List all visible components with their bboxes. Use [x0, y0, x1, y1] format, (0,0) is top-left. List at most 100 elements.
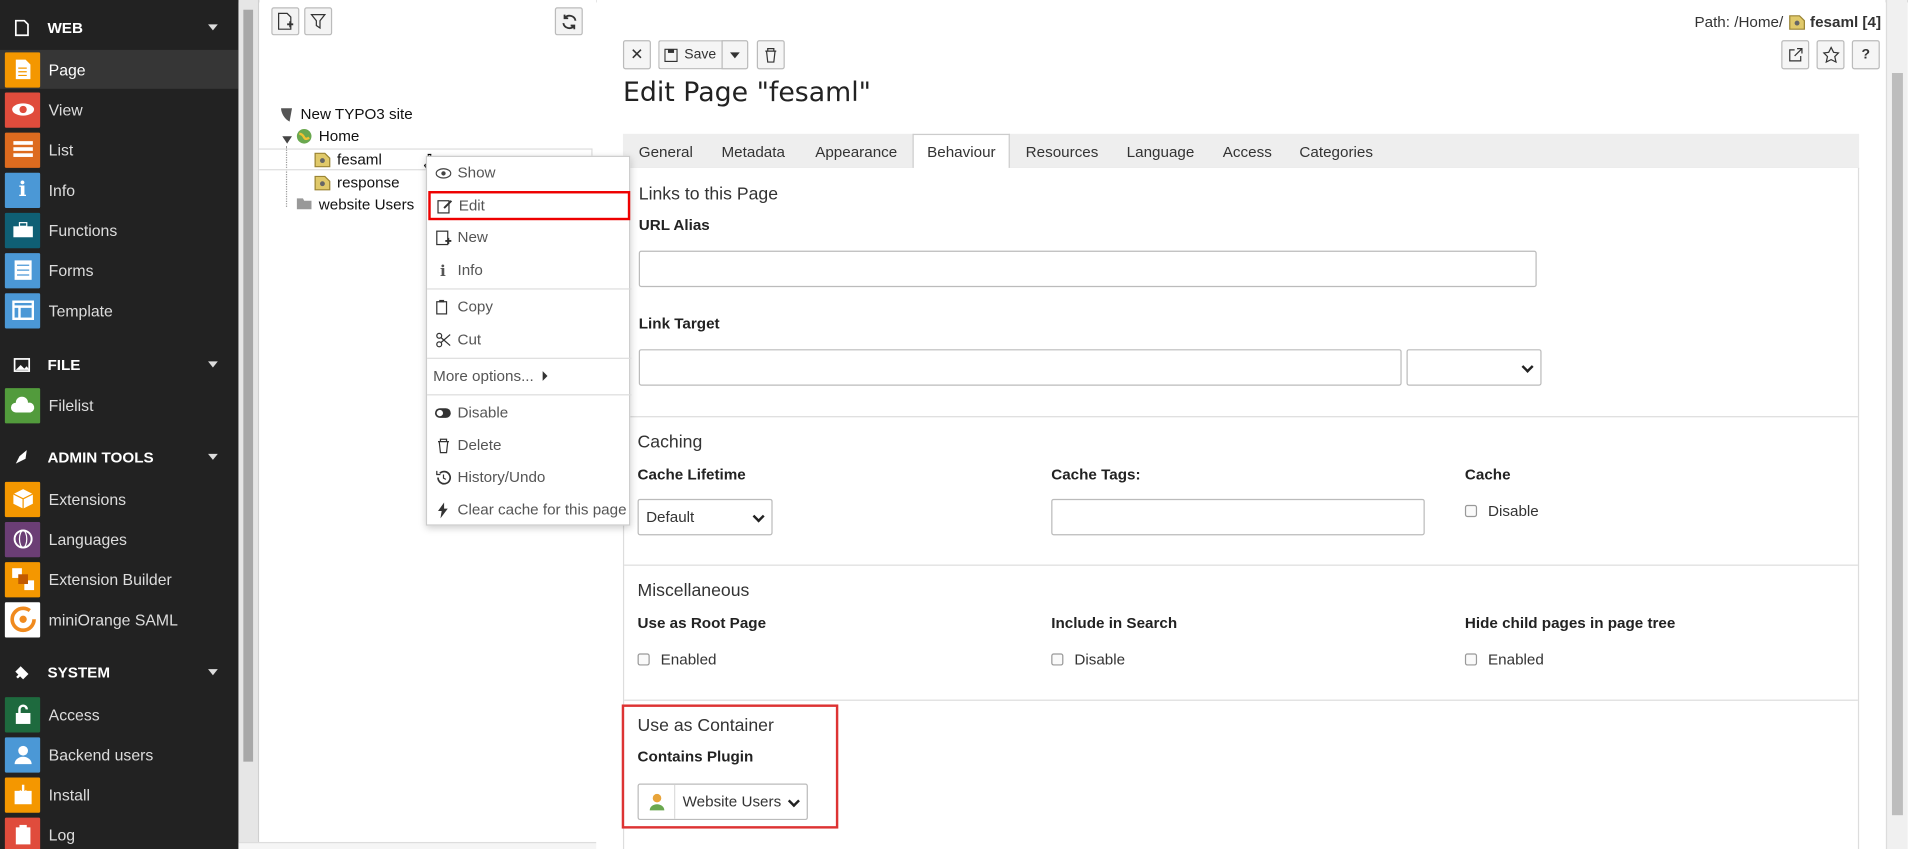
menu-item-label: Clear cache for this page [457, 501, 627, 519]
cache-lifetime-select[interactable]: Default [637, 498, 773, 536]
module-forms[interactable]: Forms [0, 251, 238, 290]
module-languages[interactable]: Languages [0, 520, 238, 559]
refresh-tree-button[interactable] [554, 7, 583, 36]
tree-root-node[interactable]: New TYPO3 site [277, 106, 413, 123]
tree-node-home-label: Home [318, 127, 360, 145]
scrollbar-thumb[interactable] [243, 9, 254, 762]
tab-behaviour[interactable]: Behaviour [912, 133, 1011, 171]
cache-tags-input[interactable] [1051, 498, 1425, 536]
module-functions[interactable]: Functions [0, 210, 238, 249]
close-button[interactable]: ✕ [622, 40, 651, 70]
include-search-checkbox[interactable]: Disable [1051, 651, 1125, 668]
include-search-label: Include in Search [1051, 614, 1178, 632]
tab-categories[interactable]: Categories [1286, 134, 1386, 169]
url-alias-input[interactable] [638, 250, 1537, 288]
bookmark-button[interactable] [1816, 40, 1845, 70]
group-system[interactable]: SYSTEM [0, 655, 238, 692]
save-dropdown-button[interactable] [721, 40, 749, 70]
module-miniorange-saml[interactable]: miniOrange SAML [0, 600, 238, 639]
rocket-icon [13, 449, 30, 466]
module-forms-label: Forms [48, 260, 94, 280]
tree-node-response-label: response [337, 173, 400, 192]
tree-node-website-users[interactable]: website Users [296, 196, 414, 213]
module-backend-users-label: Backend users [48, 745, 154, 764]
tab-general[interactable]: General [625, 134, 706, 169]
module-view[interactable]: View [0, 90, 238, 129]
tree-node-response[interactable]: response [314, 174, 400, 191]
module-extension-builder-label: Extension Builder [48, 570, 172, 589]
menu-item-clear-cache[interactable]: Clear cache for this page [427, 495, 631, 524]
tab-language[interactable]: Language [1113, 134, 1207, 169]
root-page-checkbox[interactable]: Enabled [637, 651, 716, 668]
group-web[interactable]: WEB [0, 10, 238, 47]
module-extensions-label: Extensions [48, 489, 127, 508]
scrollbar-thumb[interactable] [1891, 73, 1903, 816]
tree-expand-icon[interactable] [282, 136, 293, 144]
record-path: Path: /Home/ fesaml [4] [1694, 13, 1881, 30]
tree-node-home[interactable]: Home [296, 127, 360, 145]
checkbox-box[interactable] [1464, 504, 1478, 518]
restricted-page-icon [1788, 15, 1805, 30]
menu-item-show[interactable]: Show [427, 158, 631, 187]
tab-access[interactable]: Access [1209, 134, 1285, 169]
form-tabs: General Metadata Appearance Behaviour Re… [622, 133, 1860, 171]
module-access[interactable]: Access [0, 695, 238, 734]
delete-record-button[interactable] [756, 40, 785, 70]
menu-item-info[interactable]: i Info [427, 256, 631, 285]
menu-divider [427, 288, 632, 290]
menu-item-more-options[interactable]: More options... [427, 361, 631, 390]
menu-item-copy[interactable]: Copy [427, 292, 631, 321]
cache-disable-checkbox[interactable]: Disable [1464, 502, 1539, 520]
install-icon [4, 776, 41, 813]
module-template[interactable]: Template [0, 291, 238, 330]
navigation-scrollbar[interactable] [238, 0, 260, 849]
menu-item-new[interactable]: New [427, 223, 631, 252]
module-log[interactable]: Log [0, 815, 238, 849]
module-log-label: Log [48, 825, 76, 844]
group-file[interactable]: FILE [0, 347, 238, 384]
checkbox-box[interactable] [1464, 653, 1478, 666]
tab-metadata[interactable]: Metadata [708, 134, 798, 169]
module-info[interactable]: i Info [0, 170, 238, 209]
menu-item-label: Delete [457, 436, 502, 454]
list-icon [4, 132, 41, 168]
help-button[interactable]: ? [1851, 40, 1880, 70]
blocks-icon [4, 561, 41, 597]
tree-node-fesaml[interactable]: fesaml [314, 151, 382, 168]
new-page-button[interactable] [271, 7, 300, 36]
checkbox-box[interactable] [637, 653, 650, 666]
template-icon [4, 292, 41, 328]
module-install[interactable]: Install [0, 775, 238, 814]
menu-item-label: More options... [433, 367, 534, 385]
save-button[interactable]: Save [658, 40, 722, 70]
module-extension-builder[interactable]: Extension Builder [0, 560, 238, 599]
hide-child-checkbox[interactable]: Enabled [1464, 650, 1544, 668]
filter-button[interactable] [304, 7, 333, 36]
group-admin-tools[interactable]: ADMIN TOOLS [0, 439, 238, 476]
chevron-down-icon [208, 453, 218, 460]
menu-item-label: History/Undo [457, 468, 546, 486]
cache-lifetime-value: Default [646, 508, 695, 526]
checkbox-box[interactable] [1051, 653, 1064, 666]
context-menu: Show Edit New i Info Copy Cut More option… [425, 155, 632, 526]
menu-item-edit[interactable]: Edit [428, 191, 631, 221]
hide-child-option: Enabled [1488, 650, 1544, 668]
tab-resources[interactable]: Resources [1012, 134, 1111, 169]
module-filelist[interactable]: Filelist [0, 386, 238, 425]
link-target-input[interactable] [638, 349, 1402, 386]
menu-item-disable[interactable]: Disable [427, 398, 631, 427]
menu-item-cut[interactable]: Cut [427, 325, 631, 354]
open-new-window-button[interactable] [1781, 40, 1810, 70]
module-list[interactable]: List [0, 130, 238, 169]
content-scrollbar[interactable] [1885, 0, 1908, 849]
close-icon: ✕ [630, 45, 644, 64]
typo3-logo-icon [277, 106, 294, 123]
module-extensions[interactable]: Extensions [0, 479, 238, 518]
menu-item-delete[interactable]: Delete [427, 431, 631, 460]
module-page[interactable]: Page [0, 49, 239, 89]
link-target-select[interactable] [1406, 349, 1542, 386]
path-prefix: Path: /Home/ [1694, 13, 1784, 31]
tab-appearance[interactable]: Appearance [802, 134, 911, 169]
menu-item-history[interactable]: History/Undo [427, 462, 631, 491]
module-backend-users[interactable]: Backend users [0, 735, 238, 774]
